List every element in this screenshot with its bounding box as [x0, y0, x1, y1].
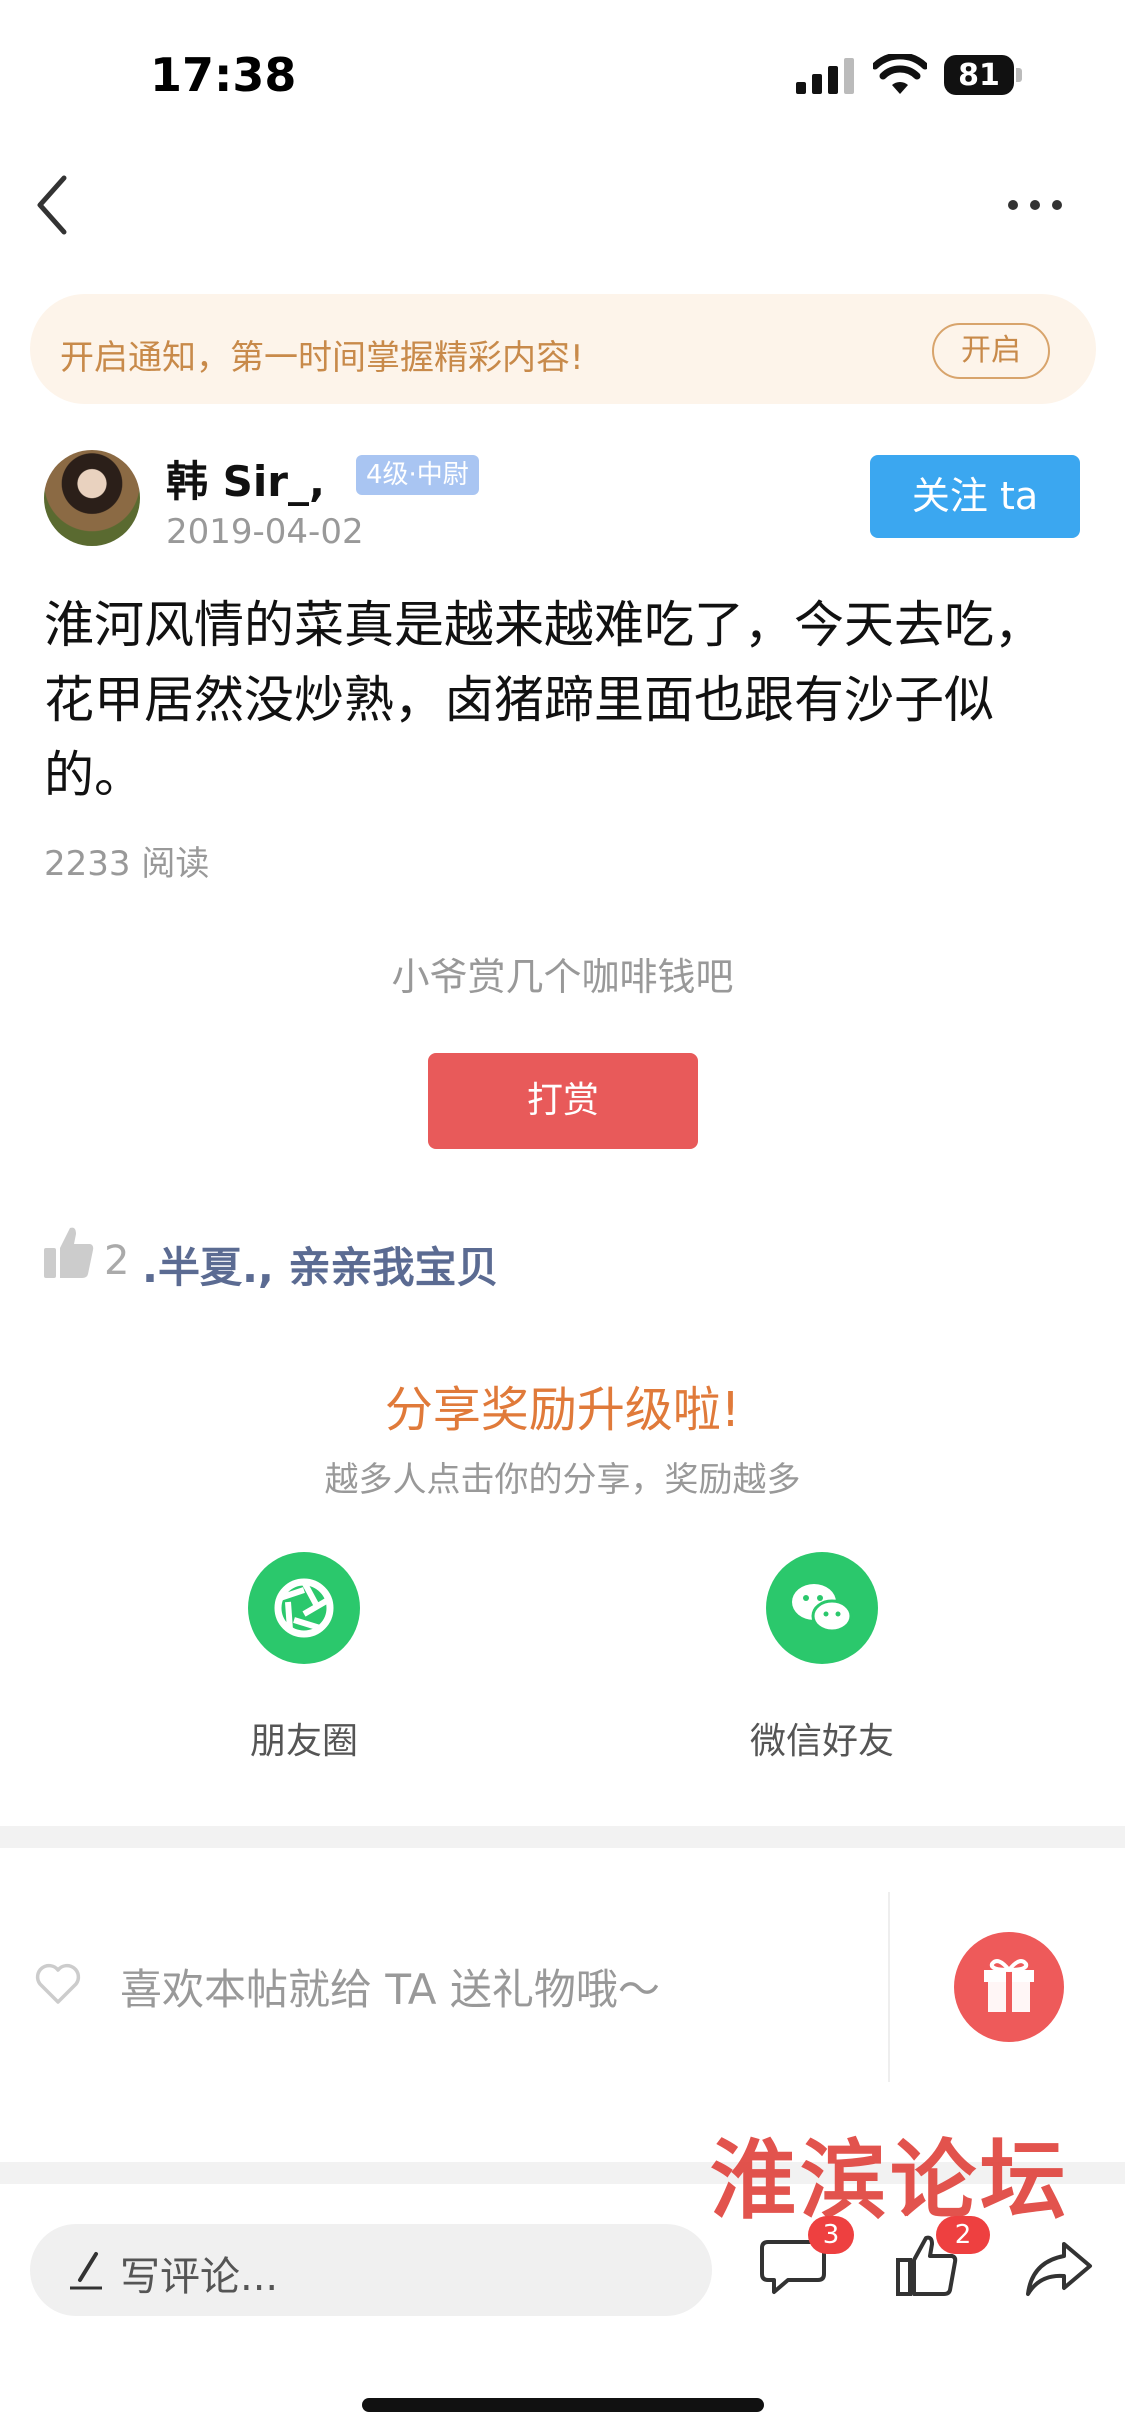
send-gift-button[interactable] — [954, 1932, 1064, 2042]
like-count: 2 — [104, 1238, 130, 1284]
wifi-icon — [873, 54, 927, 94]
moments-share-button[interactable] — [248, 1552, 360, 1664]
wechat-icon — [792, 1584, 853, 1633]
battery-level: 81 — [958, 58, 1000, 93]
share-subtitle: 越多人点击你的分享，奖励越多 — [324, 1460, 801, 1500]
pen-icon — [70, 2252, 102, 2290]
gift-separator — [888, 1892, 890, 2082]
avatar[interactable] — [44, 450, 140, 546]
comment-count-badge: 3 — [808, 2216, 854, 2254]
comment-placeholder[interactable]: 写评论... — [120, 2244, 278, 2302]
status-time: 17:38 — [150, 48, 297, 102]
gift-icon — [984, 1959, 1034, 2012]
share-title: 分享奖励升级啦! — [384, 1382, 741, 1438]
forum-watermark: 淮滨论坛 — [710, 2130, 1070, 2231]
post-content: 淮河风情的菜真是越来越难吃了，今天去吃，花甲居然没炒熟，卤猪蹄里面也跟有沙子似的… — [44, 596, 1044, 804]
battery-icon: 81 — [944, 55, 1024, 95]
moments-label: 朋友圈 — [249, 1721, 358, 1762]
back-arrow-icon[interactable] — [30, 170, 80, 240]
home-indicator — [362, 2398, 764, 2412]
read-count: 2233 阅读 — [44, 844, 210, 884]
gift-prompt: 喜欢本帖就给 TA 送礼物哦～ — [120, 1965, 660, 2014]
level-badge: 4级·中尉 — [356, 455, 479, 495]
reward-prompt: 小爷赏几个咖啡钱吧 — [391, 955, 734, 999]
wechat-friend-label: 微信好友 — [749, 1721, 894, 1762]
heart-icon — [35, 1963, 81, 2004]
reward-button[interactable]: 打赏 — [428, 1053, 698, 1149]
section-divider — [0, 1826, 1125, 1848]
notification-text: 开启通知，第一时间掌握精彩内容! — [60, 338, 584, 378]
post-date: 2019-04-02 — [166, 512, 364, 552]
share-arrow-icon[interactable] — [1024, 2238, 1094, 2298]
cellular-signal-icon — [796, 58, 854, 94]
wechat-share-button[interactable] — [766, 1552, 878, 1664]
author-name[interactable]: 韩 Sir_, — [166, 448, 325, 509]
moments-icon — [274, 1578, 334, 1638]
thumbs-up-icon[interactable] — [44, 1226, 94, 1278]
more-options-icon[interactable] — [1005, 190, 1065, 220]
follow-button[interactable]: 关注 ta — [870, 455, 1080, 538]
like-count-badge: 2 — [936, 2216, 990, 2254]
liked-users[interactable]: .半夏., 亲亲我宝贝 — [142, 1234, 499, 1295]
enable-notification-button[interactable]: 开启 — [932, 323, 1050, 379]
